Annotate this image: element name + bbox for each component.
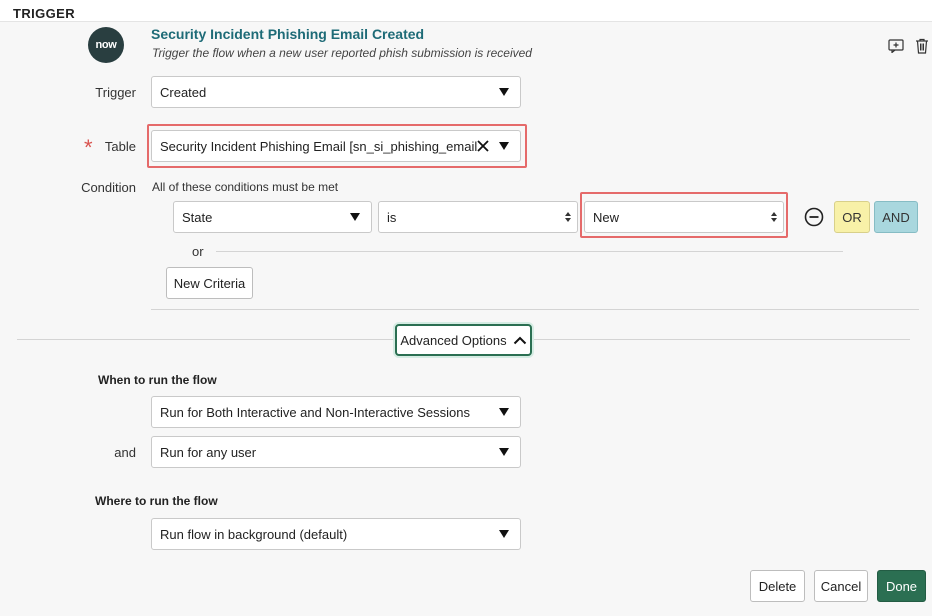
dropdown-arrow-icon xyxy=(499,88,509,96)
advanced-options-toggle[interactable]: Advanced Options xyxy=(395,324,532,356)
clear-icon[interactable] xyxy=(477,140,489,152)
table-select-value: Security Incident Phishing Email [sn_si_… xyxy=(160,138,477,154)
add-note-icon[interactable] xyxy=(886,36,906,56)
chevron-up-icon xyxy=(513,336,527,345)
dropdown-arrow-icon xyxy=(499,142,509,150)
condition-help: All of these conditions must be met xyxy=(152,180,339,194)
stepper-icon xyxy=(771,212,777,222)
done-button[interactable]: Done xyxy=(877,570,926,602)
servicenow-logo: now xyxy=(88,27,124,63)
trigger-label: Trigger xyxy=(95,85,136,100)
table-select[interactable]: Security Incident Phishing Email [sn_si_… xyxy=(151,130,521,162)
run-location-select[interactable]: Run flow in background (default) xyxy=(151,518,521,550)
dropdown-arrow-icon xyxy=(499,530,509,538)
when-to-run-heading: When to run the flow xyxy=(98,373,217,387)
condition-label: Condition xyxy=(81,180,136,195)
stepper-icon xyxy=(565,212,571,222)
cancel-button[interactable]: Cancel xyxy=(814,570,868,602)
condition-operator-value: is xyxy=(387,209,397,225)
top-bar xyxy=(0,0,932,22)
or-separator-label: or xyxy=(192,244,204,259)
run-as-user-value: Run for any user xyxy=(160,444,257,460)
condition-field-select[interactable]: State xyxy=(173,201,372,233)
trigger-select[interactable]: Created xyxy=(151,76,521,108)
or-button[interactable]: OR xyxy=(834,201,870,233)
new-criteria-button[interactable]: New Criteria xyxy=(166,267,253,299)
table-label: Table xyxy=(104,139,136,154)
where-to-run-heading: Where to run the flow xyxy=(95,494,218,508)
dropdown-arrow-icon xyxy=(499,408,509,416)
trigger-select-value: Created xyxy=(160,84,207,100)
and-label: and xyxy=(114,445,136,460)
condition-value-select[interactable]: New xyxy=(584,201,784,233)
run-as-user-select[interactable]: Run for any user xyxy=(151,436,521,468)
run-location-value: Run flow in background (default) xyxy=(160,526,348,542)
dropdown-arrow-icon xyxy=(499,448,509,456)
and-button[interactable]: AND xyxy=(874,201,918,233)
trash-icon[interactable] xyxy=(912,36,932,56)
condition-value-text: New xyxy=(593,209,620,225)
minus-circle-icon[interactable] xyxy=(803,206,825,228)
trigger-description: Trigger the flow when a new user reporte… xyxy=(152,46,532,60)
section-title: TRIGGER xyxy=(13,6,76,21)
sessions-select[interactable]: Run for Both Interactive and Non-Interac… xyxy=(151,396,521,428)
or-separator-line xyxy=(216,251,843,252)
required-mark: * xyxy=(84,135,93,160)
delete-button[interactable]: Delete xyxy=(750,570,805,602)
advanced-options-label: Advanced Options xyxy=(400,332,507,348)
condition-field-value: State xyxy=(182,209,213,225)
trigger-title: Security Incident Phishing Email Created xyxy=(151,26,425,42)
condition-divider xyxy=(151,309,919,310)
sessions-select-value: Run for Both Interactive and Non-Interac… xyxy=(160,404,470,420)
dropdown-arrow-icon xyxy=(350,213,360,221)
condition-operator-select[interactable]: is xyxy=(378,201,578,233)
